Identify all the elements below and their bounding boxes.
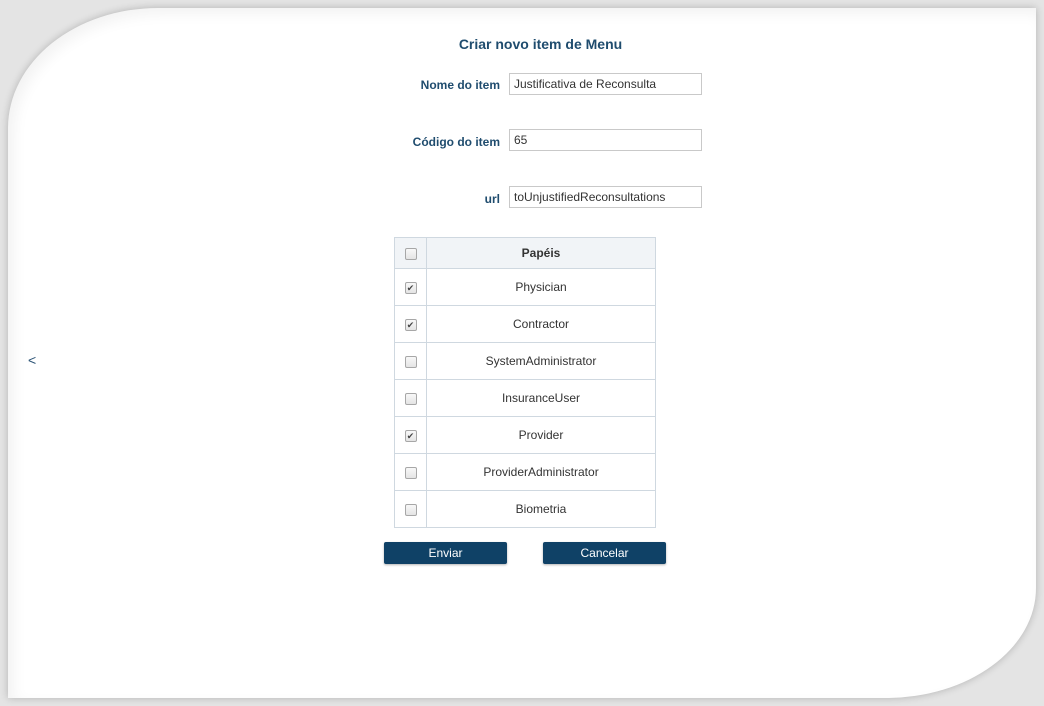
role-name: ProviderAdministrator (426, 453, 656, 491)
roles-table: Papéis ✔ Physician ✔ Contractor SystemAdmini… (394, 237, 656, 528)
role-row: SystemAdministrator (394, 342, 656, 380)
roles-table-header: Papéis (394, 237, 656, 269)
role-checkbox[interactable] (404, 466, 417, 479)
role-checkbox[interactable]: ✔ (404, 429, 417, 442)
cancel-button[interactable]: Cancelar (543, 542, 666, 564)
roles-column-header: Papéis (426, 237, 656, 269)
role-checkbox[interactable] (404, 503, 417, 516)
role-name: SystemAdministrator (426, 342, 656, 380)
item-name-input[interactable] (509, 73, 702, 95)
role-name: Physician (426, 268, 656, 306)
role-checkbox-cell (394, 379, 427, 417)
role-row: ✔ Provider (394, 416, 656, 454)
role-name: Provider (426, 416, 656, 454)
role-checkbox[interactable]: ✔ (404, 318, 417, 331)
role-row: InsuranceUser (394, 379, 656, 417)
url-label: url (484, 192, 500, 206)
role-row: Biometria (394, 490, 656, 528)
role-row: ✔ Physician (394, 268, 656, 306)
role-checkbox-cell (394, 342, 427, 380)
role-checkbox[interactable]: ✔ (404, 281, 417, 294)
item-name-label: Nome do item (420, 78, 500, 92)
select-all-cell (394, 237, 427, 269)
role-name: Biometria (426, 490, 656, 528)
select-all-checkbox[interactable] (404, 247, 417, 260)
role-row: ProviderAdministrator (394, 453, 656, 491)
role-checkbox[interactable] (404, 392, 417, 405)
role-name: InsuranceUser (426, 379, 656, 417)
role-checkbox-cell (394, 453, 427, 491)
role-checkbox-cell: ✔ (394, 268, 427, 306)
url-input[interactable] (509, 186, 702, 208)
role-row: ✔ Contractor (394, 305, 656, 343)
item-code-label: Código do item (412, 135, 500, 149)
role-checkbox[interactable] (404, 355, 417, 368)
role-checkbox-cell: ✔ (394, 305, 427, 343)
form-title: Criar novo item de Menu (458, 36, 623, 52)
back-arrow-icon[interactable]: < (28, 352, 36, 368)
submit-button[interactable]: Enviar (384, 542, 507, 564)
item-code-input[interactable] (509, 129, 702, 151)
role-name: Contractor (426, 305, 656, 343)
role-checkbox-cell (394, 490, 427, 528)
role-checkbox-cell: ✔ (394, 416, 427, 454)
